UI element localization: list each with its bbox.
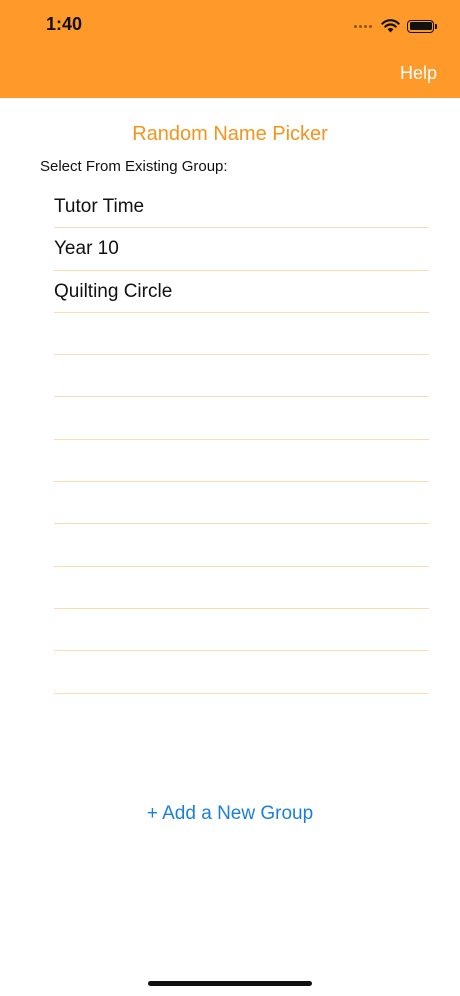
group-row-empty (54, 567, 429, 609)
navigation-bar: 1:40 Help (0, 0, 460, 98)
status-time: 1:40 (46, 14, 83, 34)
group-row-empty (54, 609, 429, 652)
group-row-empty (54, 313, 429, 356)
wifi-icon (381, 19, 400, 33)
add-new-group-button[interactable]: + Add a New Group (0, 803, 460, 825)
group-row-tutor-time[interactable]: Tutor Time (54, 186, 429, 229)
home-indicator[interactable] (148, 981, 312, 986)
group-row-empty (54, 355, 429, 398)
battery-icon (407, 19, 437, 33)
cellular-signal-icon (354, 24, 372, 28)
group-row-empty (54, 524, 429, 567)
group-list: Tutor Time Year 10 Quilting Circle (54, 186, 429, 694)
help-button[interactable]: Help (400, 63, 437, 84)
group-row-empty (54, 397, 429, 440)
group-row-quilting-circle[interactable]: Quilting Circle (54, 271, 429, 313)
group-row-year-10[interactable]: Year 10 (54, 228, 429, 271)
status-icons (354, 16, 437, 36)
section-label: Select From Existing Group: (40, 158, 228, 175)
page-title: Random Name Picker (132, 123, 328, 145)
group-row-empty (54, 651, 429, 694)
group-row-empty (54, 482, 429, 525)
group-row-empty (54, 440, 429, 483)
